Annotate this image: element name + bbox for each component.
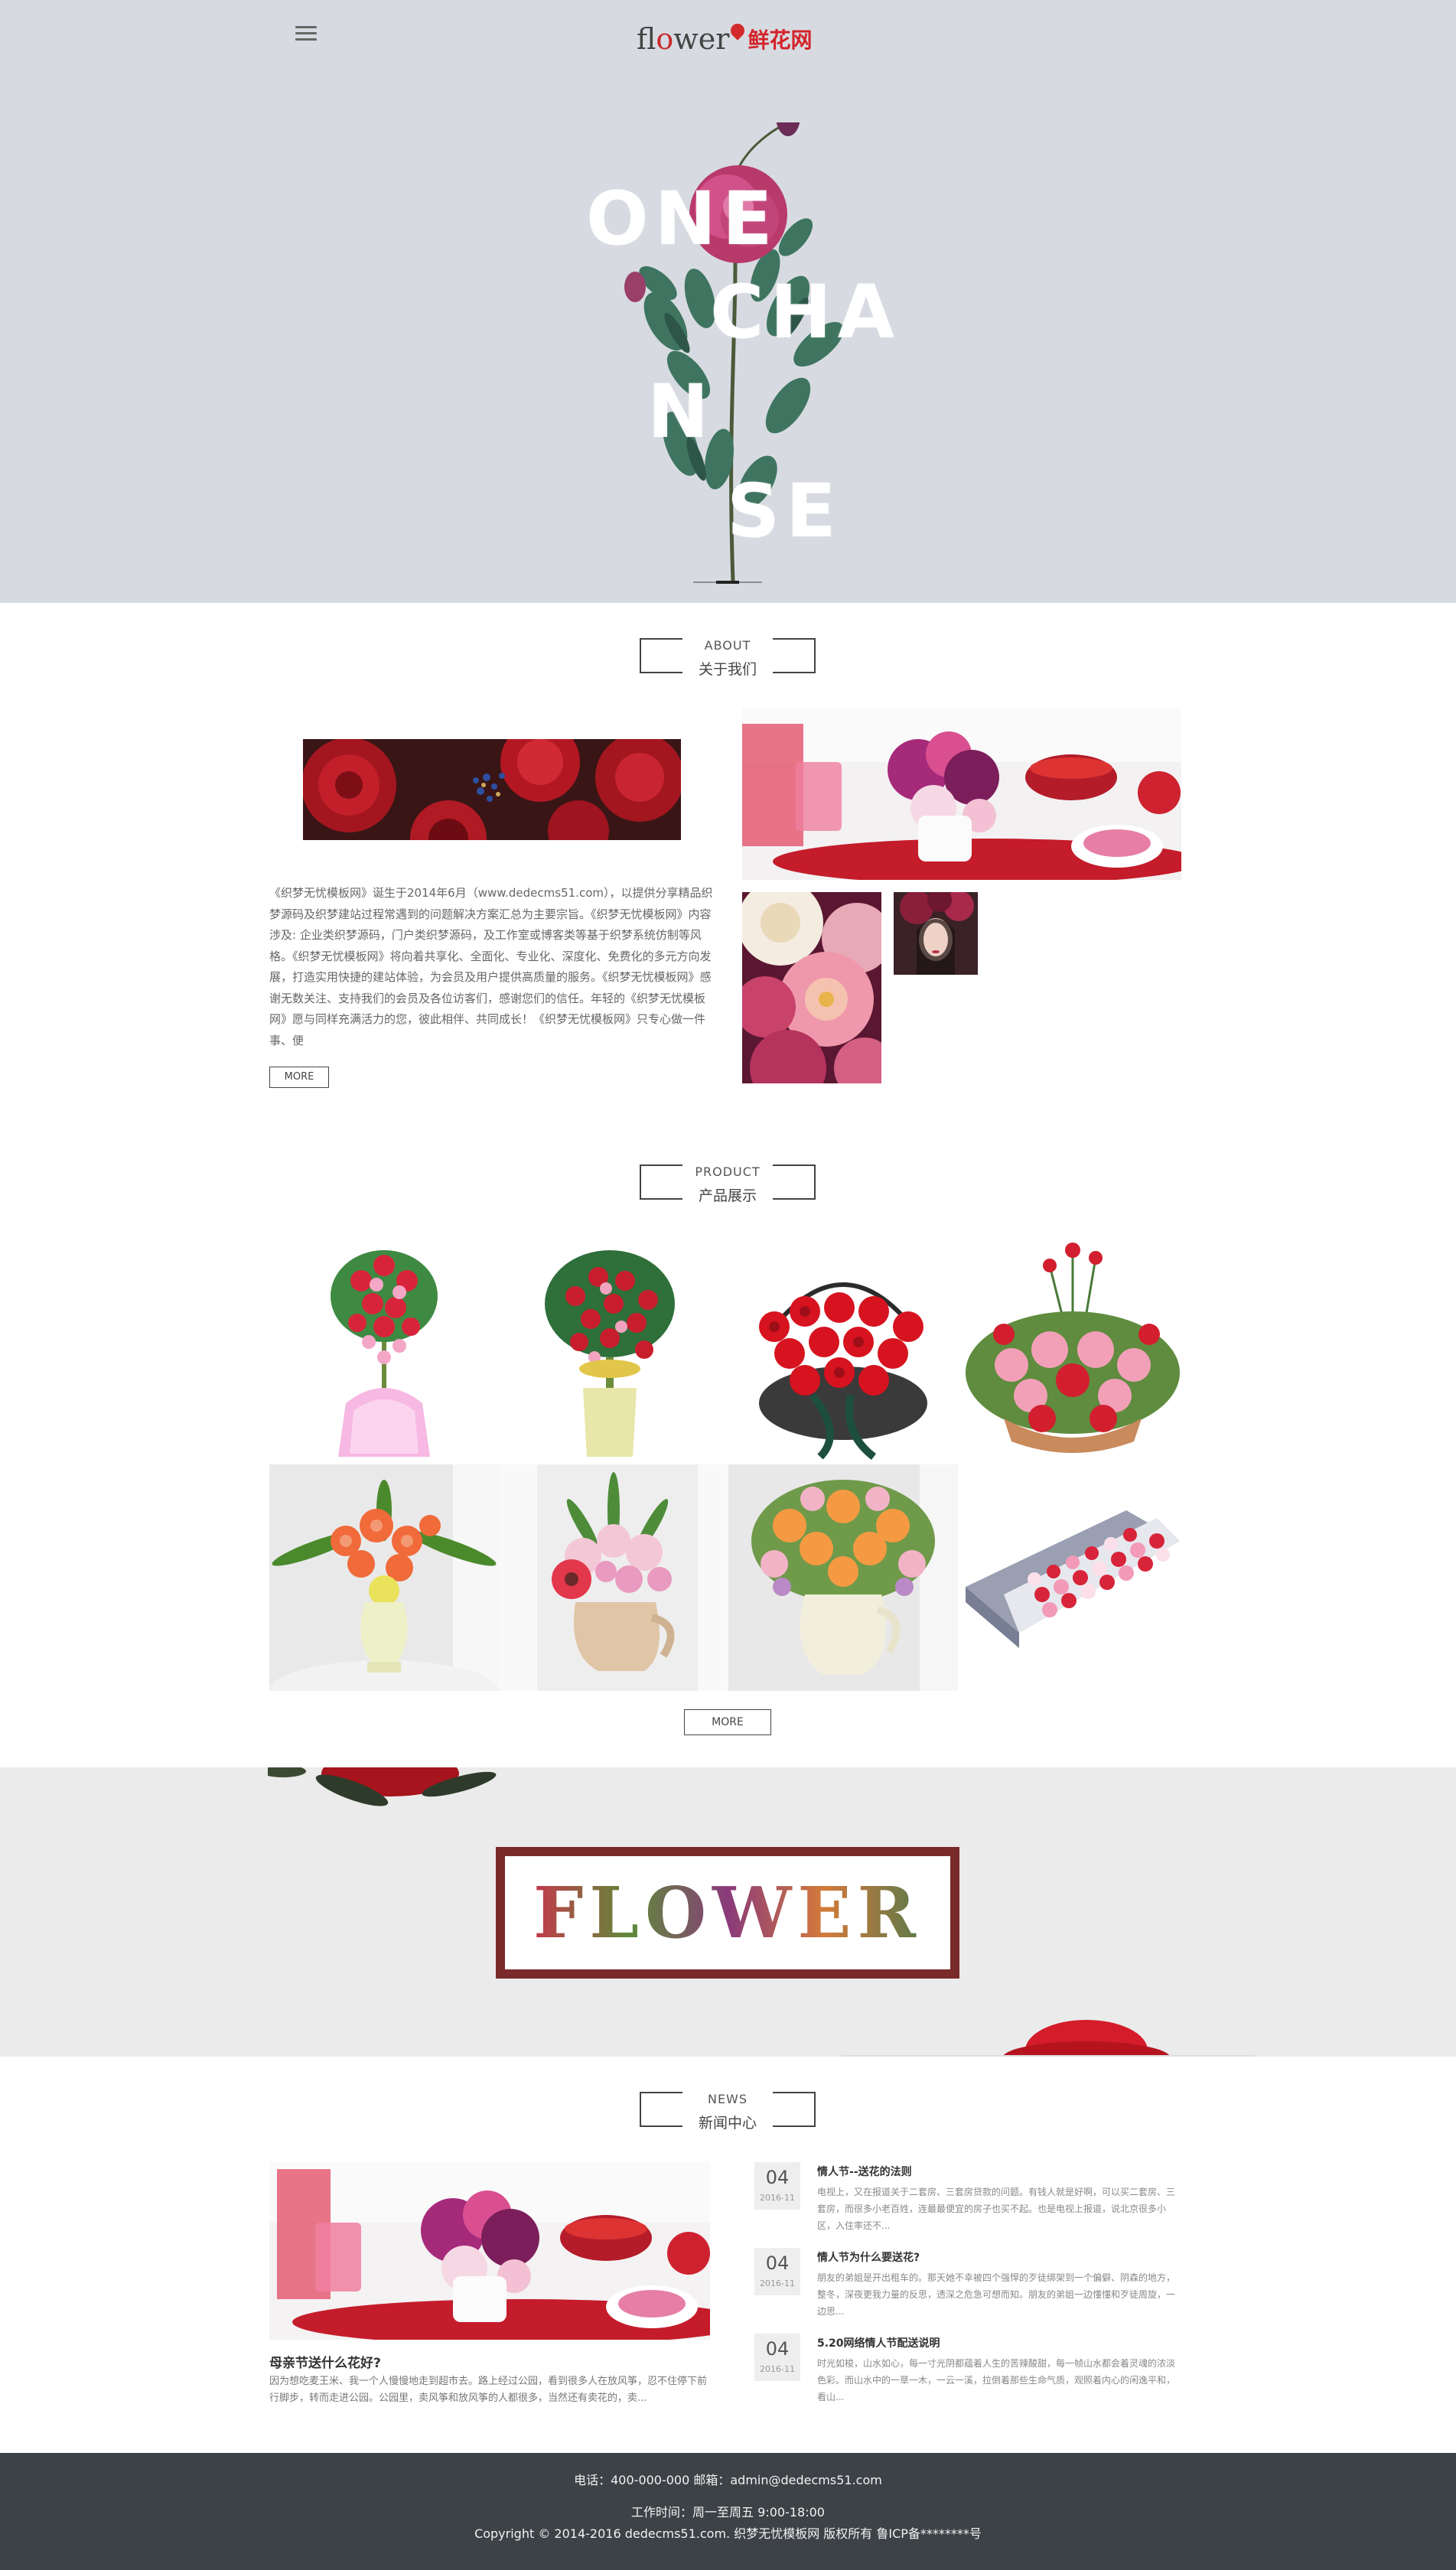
- hero-letter-2: CHA: [710, 269, 901, 355]
- hero-banner: flower 鲜花网 ONE CHA N SE: [0, 0, 1456, 603]
- about-image-peonies: [742, 892, 881, 1083]
- flower-banner: FLOWER: [0, 1767, 1456, 2057]
- hero-letter-4: SE: [727, 468, 842, 554]
- about-roses-image: [303, 739, 681, 840]
- news-item-title[interactable]: 5.20网络情人节配送说明: [817, 2335, 940, 2350]
- about-title-en: ABOUT: [704, 638, 751, 653]
- product-item-7[interactable]: [728, 1464, 958, 1691]
- site-footer: 电话：400-000-000 邮箱：admin@dedecms51.com 工作…: [0, 2453, 1456, 2570]
- svg-text:FLOWER: FLOWER: [533, 1871, 922, 1954]
- about-title-cn: 关于我们: [698, 661, 757, 678]
- news-title-en: NEWS: [707, 2092, 748, 2106]
- product-title-en: PRODUCT: [695, 1164, 761, 1179]
- product-item-4[interactable]: [958, 1235, 1187, 1461]
- news-main-image[interactable]: [269, 2161, 710, 2340]
- hero-text: ONE CHA N SE: [0, 0, 1456, 603]
- hero-letter-3: N: [647, 369, 715, 454]
- product-item-2[interactable]: [499, 1235, 728, 1461]
- product-item-6[interactable]: [499, 1464, 728, 1691]
- product-item-1[interactable]: [269, 1235, 499, 1461]
- news-main-title[interactable]: 母亲节送什么花好?: [269, 2352, 381, 2371]
- news-main-desc: 因为想吃麦王米、我一个人慢慢地走到超市去。路上经过公园，看到很多人在放风筝，忍不…: [269, 2376, 708, 2404]
- footer-contact: 电话：400-000-000 邮箱：admin@dedecms51.com: [574, 2473, 882, 2487]
- news-date: 04 2016-11: [754, 2334, 800, 2381]
- hero-letter-1: ONE: [586, 176, 779, 262]
- news-date: 04 2016-11: [754, 2248, 800, 2295]
- product-item-8[interactable]: [958, 1464, 1187, 1691]
- news-item-title[interactable]: 情人节--送花的法则: [817, 2164, 912, 2179]
- roses-bottom-decoration: [842, 2020, 1255, 2057]
- footer-hours: 工作时间：周一至周五 9:00-18:00: [631, 2505, 825, 2520]
- footer-copyright: Copyright © 2014-2016 dedecms51.com. 织梦无…: [474, 2526, 982, 2541]
- slider-indicator-active[interactable]: [716, 581, 739, 584]
- about-more-button[interactable]: MORE: [269, 1067, 329, 1088]
- product-item-3[interactable]: [728, 1235, 958, 1461]
- product-more-button[interactable]: MORE: [684, 1709, 771, 1735]
- news-date: 04 2016-11: [754, 2162, 800, 2210]
- about-text: 《织梦无忧模板网》诞生于2014年6月（www.dedecms51.com），以…: [269, 886, 713, 1047]
- about-section-title: ABOUT 关于我们: [640, 637, 816, 678]
- flower-word-art: FLOWER: [533, 1871, 922, 1954]
- news-title-cn: 新闻中心: [698, 2115, 757, 2132]
- news-section-title: NEWS 新闻中心: [640, 2091, 816, 2132]
- slider-indicator[interactable]: [693, 581, 762, 584]
- product-title-cn: 产品展示: [698, 1187, 757, 1204]
- about-image-portrait: [894, 892, 978, 975]
- product-section-title: PRODUCT 产品展示: [640, 1164, 816, 1204]
- news-item-summary: 朋友的弟姐是开出租车的。那天她不幸被四个强悍的歹徒绑架到一个偏僻、阴森的地方，整…: [817, 2272, 1176, 2317]
- about-image-table: [742, 708, 1181, 880]
- roses-top-decoration: [268, 1767, 497, 1806]
- news-item[interactable]: 04 2016-11 情人节--送花的法则 电视上，又在报道关于二套房、三套房贷…: [754, 2162, 1191, 2239]
- flower-frame: FLOWER: [496, 1847, 959, 1979]
- news-item-summary: 电视上，又在报道关于二套房、三套房贷款的问题。有钱人就是好啊，可以买二套房、三套…: [817, 2187, 1176, 2231]
- product-item-5[interactable]: [269, 1464, 499, 1691]
- news-item-title[interactable]: 情人节为什么要送花?: [817, 2249, 920, 2265]
- news-item-summary: 时光如梭，山水如心，每一寸光阴都蕴着人生的苦辣酸甜，每一帧山水都会着灵魂的浓淡色…: [817, 2358, 1176, 2402]
- news-item[interactable]: 04 2016-11 5.20网络情人节配送说明 时光如梭，山水如心，每一寸光阴…: [754, 2334, 1191, 2410]
- news-item[interactable]: 04 2016-11 情人节为什么要送花? 朋友的弟姐是开出租车的。那天她不幸被…: [754, 2248, 1191, 2324]
